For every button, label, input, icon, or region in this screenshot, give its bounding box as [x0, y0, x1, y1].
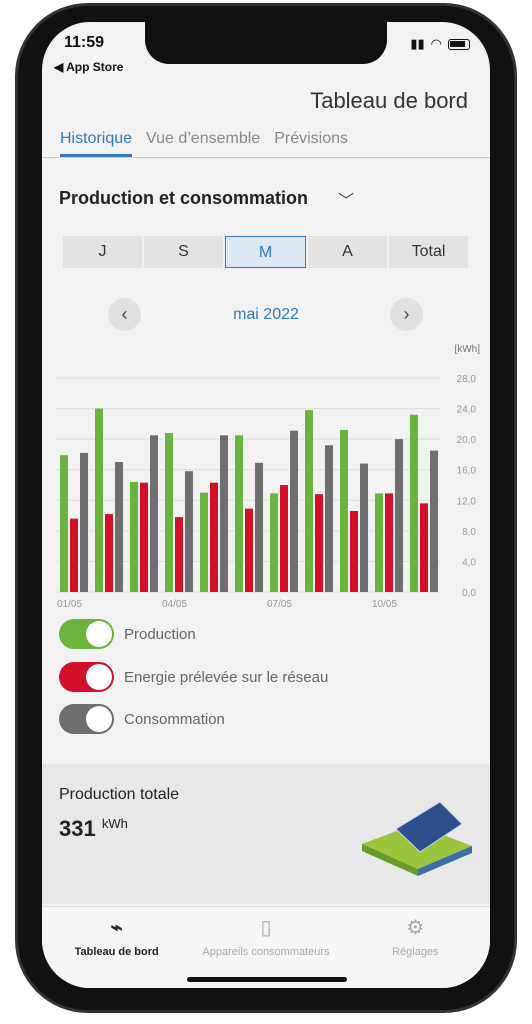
y-tick-label: 0,0	[462, 588, 476, 599]
page-title: Tableau de bord	[310, 88, 468, 113]
unit-label: [kWh]	[454, 344, 480, 355]
legend-grid[interactable]: Energie prélevée sur le réseau	[59, 662, 328, 692]
period-month[interactable]: M	[225, 236, 306, 268]
y-tick-label: 8,0	[462, 527, 476, 538]
bar-production	[375, 493, 383, 592]
x-tick-label: 10/05	[372, 599, 397, 610]
wifi-icon: ◠	[430, 36, 442, 51]
nav-devices[interactable]: ▯ Appareils consommateurs	[191, 907, 340, 988]
y-tick-label: 16,0	[457, 466, 477, 477]
card-number: 331	[59, 816, 96, 841]
next-month-button[interactable]: ›	[390, 298, 423, 331]
home-indicator	[187, 977, 347, 982]
y-tick-label: 12,0	[457, 496, 477, 507]
bar-consommation	[115, 462, 123, 592]
bottom-nav: ⌁ Tableau de bord ▯ Appareils consommateur…	[42, 906, 490, 988]
nav-label: Appareils consommateurs	[202, 946, 330, 958]
bar-production	[410, 414, 418, 592]
y-tick-label: 24,0	[457, 405, 477, 416]
legend-label: Production	[124, 625, 196, 643]
y-tick-label: 4,0	[462, 557, 476, 568]
card-unit: kWh	[101, 816, 128, 831]
bar-consommation	[80, 452, 88, 592]
bar-energie	[140, 482, 148, 592]
bar-production	[130, 481, 138, 592]
back-to-app-store[interactable]: ◀ App Store	[54, 60, 123, 74]
legend-consumption[interactable]: Consommation	[59, 704, 225, 734]
tab-previsions[interactable]: Prévisions	[274, 126, 348, 157]
bar-energie	[210, 482, 218, 592]
tab-vue-ensemble[interactable]: Vue d’ensemble	[146, 126, 260, 157]
battery-icon	[448, 38, 470, 50]
status-icons: ▮▮ ◠	[410, 36, 470, 52]
bar-consommation	[360, 463, 368, 592]
bar-energie	[280, 485, 288, 592]
screen: 11:59 ◀ App Store ▮▮ ◠ Tableau de bord Hi…	[42, 22, 490, 988]
legend-label: Consommation	[124, 710, 225, 728]
bar-energie	[420, 503, 428, 592]
bar-energie	[70, 518, 78, 592]
bar-consommation	[185, 471, 193, 592]
gear-icon: ⚙	[406, 917, 425, 939]
card-label: Production totale	[59, 786, 180, 803]
bar-energie	[105, 514, 113, 592]
bar-energie	[350, 510, 358, 592]
nav-label: Réglages	[392, 946, 439, 958]
x-tick-label: 07/05	[267, 599, 292, 610]
period-day[interactable]: J	[63, 236, 142, 268]
section-title[interactable]: Production et consommation	[59, 188, 308, 209]
toggle-consumption[interactable]	[59, 704, 114, 734]
bar-consommation	[325, 445, 333, 592]
device-icon: ▯	[260, 917, 272, 939]
bar-energie	[175, 517, 183, 592]
chevron-down-icon[interactable]: ﹀	[338, 187, 354, 211]
nav-label: Tableau de bord	[74, 946, 159, 958]
nav-dashboard[interactable]: ⌁ Tableau de bord	[42, 907, 191, 988]
y-tick-label: 20,0	[457, 435, 477, 446]
x-tick-label: 01/05	[57, 599, 82, 610]
bar-production	[95, 408, 103, 592]
bar-production	[305, 410, 313, 592]
bar-consommation	[430, 450, 438, 592]
bar-consommation	[150, 435, 158, 592]
x-tick-label: 04/05	[162, 599, 187, 610]
tab-bar: Historique Vue d’ensemble Prévisions	[42, 126, 490, 158]
plug-icon: ⌁	[110, 917, 123, 939]
bar-production	[235, 435, 243, 592]
period-week[interactable]: S	[144, 236, 223, 268]
bar-consommation	[220, 435, 228, 592]
production-total-card[interactable]: Production totale 331 kWh	[42, 764, 490, 904]
toggle-production[interactable]	[59, 619, 114, 649]
legend-production[interactable]: Production	[59, 619, 196, 649]
tab-historique[interactable]: Historique	[60, 126, 133, 157]
card-value: 331 kWh	[59, 816, 128, 842]
bar-production	[60, 455, 68, 592]
solar-panel-icon	[362, 801, 472, 876]
bar-production	[165, 433, 173, 592]
period-total[interactable]: Total	[389, 236, 468, 268]
bar-consommation	[290, 430, 298, 592]
y-tick-label: 28,0	[457, 374, 477, 385]
bar-consommation	[395, 439, 403, 592]
status-time: 11:59	[64, 34, 105, 51]
notch	[145, 22, 387, 64]
nav-settings[interactable]: ⚙ Réglages	[341, 907, 490, 988]
signal-icon: ▮▮	[410, 36, 425, 51]
bar-energie	[245, 508, 253, 592]
bar-production	[340, 429, 348, 592]
bar-energie	[315, 494, 323, 592]
period-year[interactable]: A	[308, 236, 387, 268]
bar-chart: [kWh] 0,0 4,0 8,0 12,0 16,0 20,0 24,0 28,0 01/05 0…	[55, 344, 480, 610]
bar-consommation	[255, 462, 263, 592]
bar-production	[270, 493, 278, 592]
bar-production	[200, 492, 208, 592]
toggle-grid[interactable]	[59, 662, 114, 692]
legend-label: Energie prélevée sur le réseau	[124, 668, 329, 686]
period-selector: J S M A Total	[63, 236, 468, 268]
bar-energie	[385, 493, 393, 592]
